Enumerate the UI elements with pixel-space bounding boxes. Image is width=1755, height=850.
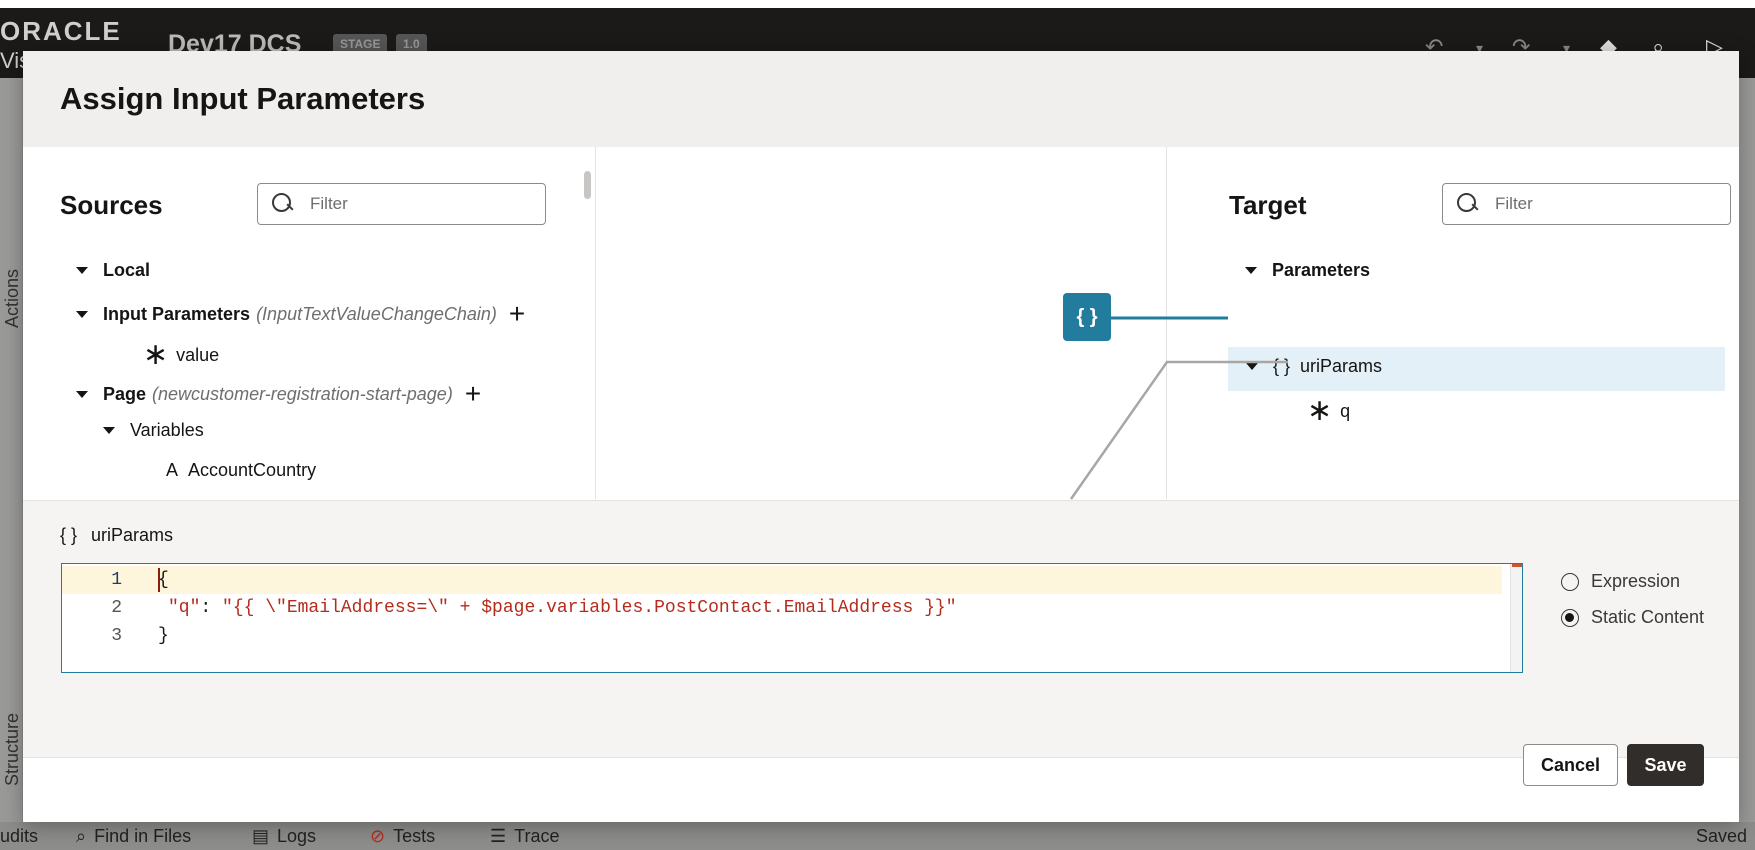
radio-icon[interactable] xyxy=(1561,572,1579,591)
text-cursor xyxy=(158,568,160,592)
tree-item-input-parameters[interactable]: Input Parameters (InputTextValueChangeCh… xyxy=(76,300,525,328)
target-title: Target xyxy=(1229,190,1307,220)
caret-down-icon[interactable] xyxy=(76,310,88,318)
logs-icon: ▤ xyxy=(252,826,270,846)
string-type-icon: A xyxy=(166,460,179,480)
expression-editor-panel: { } uriParams 1 { 2 "q": "{{ \"EmailAddr… xyxy=(23,500,1739,758)
mode-static-content-radio[interactable]: Static Content xyxy=(1561,607,1704,628)
code-line: 2 "q": "{{ \"EmailAddress=\" + $page.var… xyxy=(111,598,957,618)
search-icon xyxy=(1457,193,1479,215)
sources-panel: Sources Local Input Parameters (InputTex… xyxy=(23,147,595,499)
save-status: Saved 6 xyxy=(1696,826,1748,850)
mode-expression-radio[interactable]: Expression xyxy=(1561,571,1680,592)
left-side-panel: Actions Structure xyxy=(0,78,22,822)
target-panel: Target Parameters xyxy=(1167,147,1739,499)
code-line: 3 } xyxy=(111,626,169,646)
search-icon xyxy=(272,193,294,215)
footer-trace[interactable]: ☰ Trace xyxy=(490,826,559,847)
footer-tests[interactable]: ⊘ Tests xyxy=(370,826,435,847)
add-icon[interactable]: + xyxy=(465,380,481,408)
asterisk-icon: ∗ xyxy=(143,338,169,371)
app-footer: udits ⌕ Find in Files ▤ Logs ⊘ Tests ☰ Trace… xyxy=(0,822,1755,850)
object-icon: { } xyxy=(1273,356,1291,376)
sources-filter[interactable] xyxy=(257,183,546,225)
mapping-object-node[interactable]: { } xyxy=(1063,293,1111,341)
right-side-panel xyxy=(1738,78,1755,822)
tree-item-page[interactable]: Page (newcustomer-registration-start-pag… xyxy=(76,380,481,408)
sources-title: Sources xyxy=(60,190,163,220)
radio-selected-icon[interactable] xyxy=(1561,608,1579,627)
structure-tab[interactable]: Structure xyxy=(2,713,23,786)
caret-down-icon[interactable] xyxy=(76,267,88,274)
code-editor-scrollbar[interactable] xyxy=(1510,564,1522,672)
footer-find-in-files[interactable]: ⌕ Find in Files xyxy=(76,826,191,847)
footer-logs[interactable]: ▤ Logs xyxy=(252,826,316,847)
tree-item-parameters[interactable]: Parameters xyxy=(1245,260,1370,281)
tree-item-uriparams[interactable]: { } uriParams xyxy=(1246,356,1382,377)
save-button[interactable]: Save xyxy=(1627,744,1704,786)
tree-item-q[interactable]: ∗ q xyxy=(1307,396,1350,426)
cancel-button[interactable]: Cancel xyxy=(1523,744,1618,786)
dialog-title: Assign Input Parameters xyxy=(60,81,426,116)
assign-input-parameters-dialog: Assign Input Parameters Sources Local In… xyxy=(23,51,1739,822)
oracle-logo: ORACLE xyxy=(0,16,122,46)
actions-tab[interactable]: Actions xyxy=(2,269,23,328)
tree-item-local[interactable]: Local xyxy=(76,260,150,281)
asterisk-icon: ∗ xyxy=(1307,394,1333,427)
tree-item-variables[interactable]: Variables xyxy=(103,420,204,441)
caret-down-icon[interactable] xyxy=(1245,267,1257,274)
sources-filter-input[interactable] xyxy=(310,194,510,214)
code-line: 1 { xyxy=(62,566,1502,594)
caret-down-icon[interactable] xyxy=(1246,363,1258,370)
top-strip xyxy=(0,0,1755,8)
footer-audits[interactable]: udits xyxy=(0,826,38,847)
caret-down-icon[interactable] xyxy=(103,427,115,434)
editor-target-label: { } uriParams xyxy=(60,525,174,545)
add-icon[interactable]: + xyxy=(509,300,525,328)
code-editor[interactable]: 1 { 2 "q": "{{ \"EmailAddress=\" + $page… xyxy=(61,563,1523,673)
sources-scroll-thumb[interactable] xyxy=(584,171,591,199)
caret-down-icon[interactable] xyxy=(76,390,88,398)
target-filter[interactable] xyxy=(1442,183,1731,225)
trace-icon: ☰ xyxy=(490,826,507,846)
search-icon: ⌕ xyxy=(76,826,87,846)
dialog-header: Assign Input Parameters xyxy=(23,51,1739,147)
tests-icon: ⊘ xyxy=(370,826,386,846)
tree-item-accountcountry[interactable]: A AccountCountry xyxy=(166,460,316,498)
target-filter-input[interactable] xyxy=(1495,194,1695,214)
tree-item-value[interactable]: ∗ value xyxy=(143,340,219,370)
object-icon: { } xyxy=(60,525,78,545)
